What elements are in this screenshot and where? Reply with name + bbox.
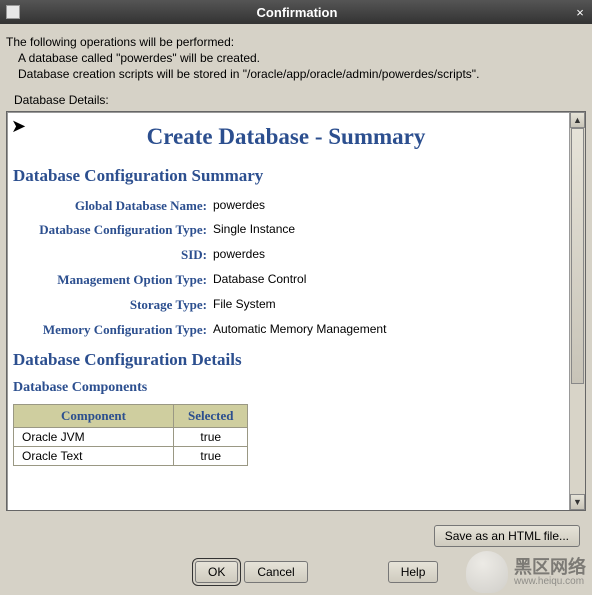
table-row: Oracle Text true <box>14 447 248 466</box>
help-button[interactable]: Help <box>388 561 439 583</box>
summary-label: Storage Type: <box>13 295 213 316</box>
preamble-line: Database creation scripts will be stored… <box>6 66 586 82</box>
preamble-line: A database called "powerdes" will be cre… <box>6 50 586 66</box>
summary-row: SID: powerdes <box>13 245 559 266</box>
cancel-button[interactable]: Cancel <box>244 561 307 583</box>
summary-value: Single Instance <box>213 220 295 241</box>
summary-label: Global Database Name: <box>13 196 213 217</box>
summary-row: Database Configuration Type: Single Inst… <box>13 220 559 241</box>
subsection-heading: Database Components <box>13 380 559 396</box>
summary-label: SID: <box>13 245 213 266</box>
page-title: Create Database - Summary <box>13 124 559 150</box>
section-heading: Database Configuration Summary <box>13 166 559 186</box>
close-icon[interactable]: × <box>568 5 592 20</box>
scroll-thumb[interactable] <box>571 128 584 384</box>
scroll-down-icon[interactable]: ▼ <box>570 494 585 510</box>
table-cell: true <box>174 428 248 447</box>
details-content: ➤ Create Database - Summary Database Con… <box>7 112 569 510</box>
table-header: Component <box>14 405 174 428</box>
summary-value: powerdes <box>213 245 265 266</box>
summary-label: Management Option Type: <box>13 270 213 291</box>
summary-label: Database Configuration Type: <box>13 220 213 241</box>
table-row: Oracle JVM true <box>14 428 248 447</box>
details-label: Database Details: <box>0 87 592 111</box>
summary-value: File System <box>213 295 276 316</box>
summary-value: Database Control <box>213 270 306 291</box>
table-cell: Oracle JVM <box>14 428 174 447</box>
components-table: Component Selected Oracle JVM true Oracl… <box>13 404 248 466</box>
table-cell: true <box>174 447 248 466</box>
table-header: Selected <box>174 405 248 428</box>
summary-value: Automatic Memory Management <box>213 320 386 341</box>
preamble-line: The following operations will be perform… <box>6 34 586 50</box>
window-title: Confirmation <box>26 5 568 20</box>
window-icon <box>6 5 20 19</box>
ok-button[interactable]: OK <box>195 561 238 583</box>
summary-label: Memory Configuration Type: <box>13 320 213 341</box>
table-header-row: Component Selected <box>14 405 248 428</box>
summary-value: powerdes <box>213 196 265 217</box>
save-html-button[interactable]: Save as an HTML file... <box>434 525 580 547</box>
section-heading: Database Configuration Details <box>13 350 559 370</box>
scroll-up-icon[interactable]: ▲ <box>570 112 585 128</box>
summary-row: Global Database Name: powerdes <box>13 196 559 217</box>
summary-row: Management Option Type: Database Control <box>13 270 559 291</box>
details-scroll-pane: ➤ Create Database - Summary Database Con… <box>6 111 586 511</box>
summary-row: Storage Type: File System <box>13 295 559 316</box>
vertical-scrollbar[interactable]: ▲ ▼ <box>569 112 585 510</box>
scroll-track[interactable] <box>570 128 585 494</box>
table-cell: Oracle Text <box>14 447 174 466</box>
button-row: OK Cancel Help <box>0 561 592 583</box>
titlebar: Confirmation × <box>0 0 592 24</box>
preamble-text: The following operations will be perform… <box>0 24 592 87</box>
summary-row: Memory Configuration Type: Automatic Mem… <box>13 320 559 341</box>
